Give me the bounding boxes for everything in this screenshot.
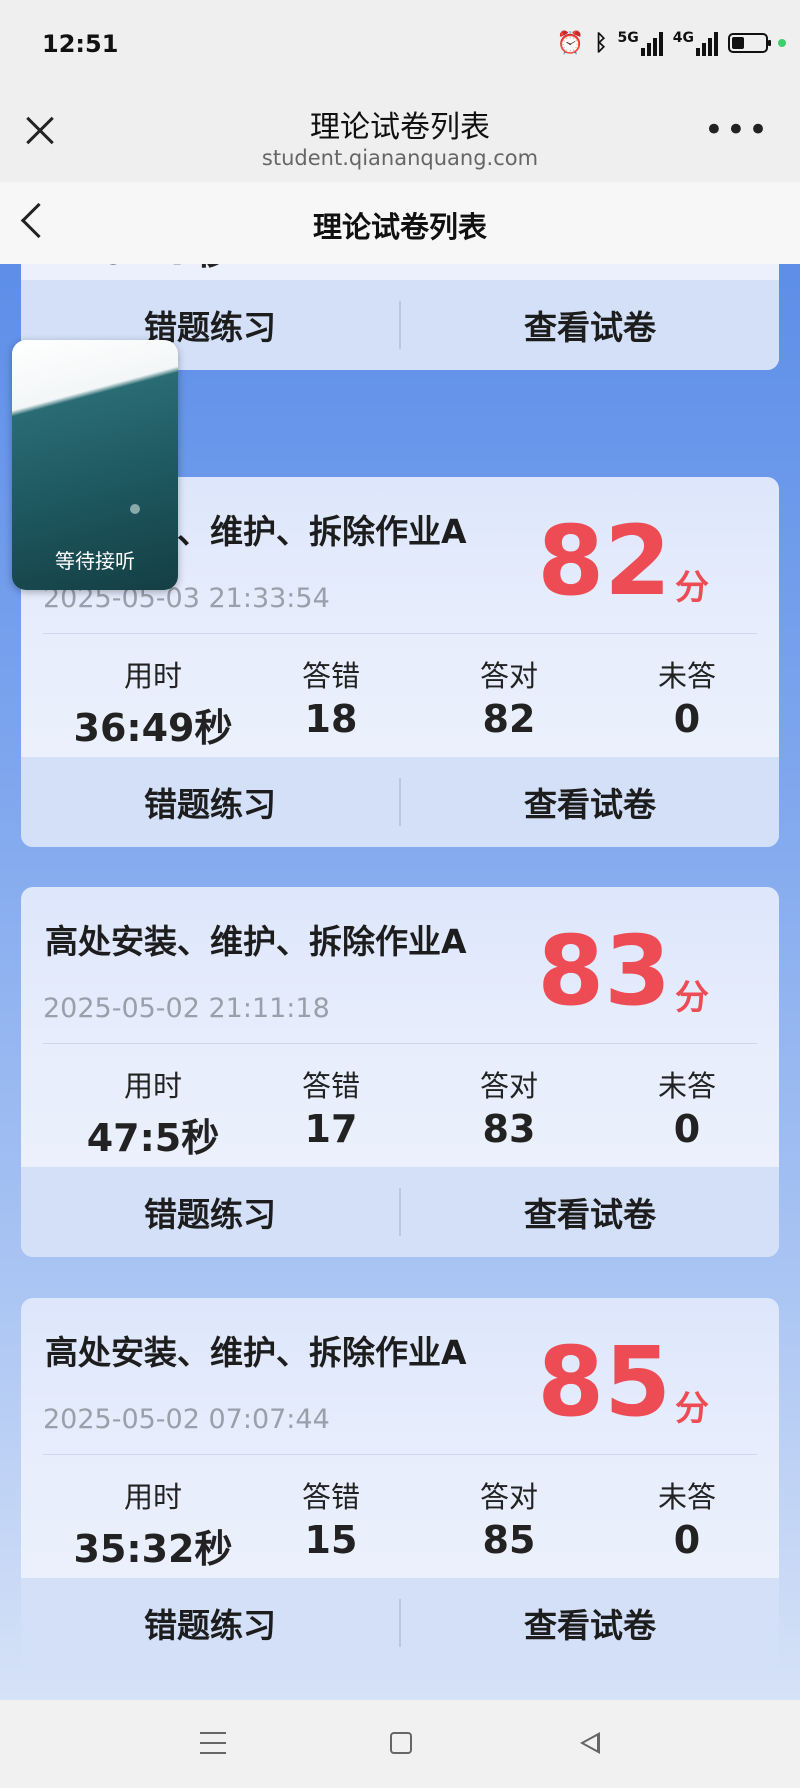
- stat-label: 用时: [123, 1480, 182, 1514]
- card-stats: 用时 35:32秒 答错 15 答对 85 未答 0: [21, 1474, 779, 1571]
- card-divider: [43, 1454, 757, 1455]
- home-icon[interactable]: [390, 1732, 412, 1754]
- network-label-4g: 4G: [672, 30, 694, 46]
- stat-value: 0: [673, 697, 701, 741]
- card-actions: 错题练习 查看试卷: [21, 757, 779, 847]
- card-stats: 用时 47:5秒 答错 17 答对 83 未答 0: [21, 1063, 779, 1160]
- stat-label: 用时: [123, 1069, 182, 1103]
- card-title: 高处安装、维护、拆除作业A: [45, 922, 467, 961]
- exam-card: 高处安装、维护、拆除作业A 2025-05-02 07:07:44 85 分 用…: [21, 1298, 779, 1668]
- score-value: 83: [537, 915, 671, 1027]
- stat-label: 答错: [301, 1480, 360, 1514]
- stat-value: 15: [304, 1518, 358, 1562]
- view-paper-button[interactable]: 查看试卷: [401, 778, 779, 826]
- more-options-icon[interactable]: •••: [704, 113, 770, 147]
- stat-label: 答对: [479, 1480, 538, 1514]
- score-unit: 分: [675, 1389, 709, 1429]
- stat-label: 答错: [301, 1069, 360, 1103]
- page-title: 理论试卷列表: [312, 210, 487, 244]
- card-score: 82 分: [537, 513, 709, 609]
- stat-time: 用时 35:32秒: [53, 1474, 253, 1573]
- stat-wrong: 答错 15: [231, 1474, 431, 1562]
- score-unit: 分: [675, 568, 709, 608]
- stat-unanswered: 未答 0: [587, 653, 779, 741]
- stat-value: 82: [482, 697, 536, 741]
- browser-header: 理论试卷列表 student.qiananquang.com •••: [0, 92, 800, 182]
- browser-url: student.qiananquang.com: [261, 146, 539, 170]
- system-back-icon[interactable]: [580, 1732, 600, 1754]
- stat-label: 未答: [657, 1069, 716, 1103]
- wrong-practice-button[interactable]: 错题练习: [21, 1599, 399, 1647]
- stat-label: 未答: [657, 1480, 716, 1514]
- network-label-5g: 5G: [617, 30, 639, 46]
- stat-time: 用时 47:5秒: [53, 1063, 253, 1162]
- battery-icon: [728, 33, 771, 53]
- bluetooth-icon: ᛒ: [594, 30, 608, 56]
- stat-label: 答对: [479, 659, 538, 693]
- stat-value: 0: [673, 1518, 701, 1562]
- card-divider: [43, 633, 757, 634]
- stat-label: 答错: [301, 659, 360, 693]
- stat-value: 0: [673, 1107, 701, 1151]
- system-nav-bar: [0, 1700, 800, 1788]
- status-icons: ⏰ ᛒ 5G 4G: [557, 30, 786, 56]
- score-value: 82: [537, 505, 671, 617]
- stat-label: 答对: [479, 1069, 538, 1103]
- signal-4g-icon: 4G: [673, 30, 718, 56]
- stat-unanswered: 未答 0: [587, 1063, 779, 1151]
- stat-value: 47:5秒: [86, 1116, 220, 1160]
- waiting-answer-label: 等待接听: [55, 549, 135, 573]
- alarm-icon: ⏰: [556, 30, 585, 56]
- signal-5g-icon: 5G: [618, 30, 663, 56]
- card-score: 85 分: [537, 1334, 709, 1430]
- recent-apps-icon[interactable]: [200, 1732, 226, 1754]
- page-nav-bar: 理论试卷列表: [0, 182, 800, 265]
- camera-dot-icon: [130, 504, 140, 514]
- stat-label: 用时: [123, 659, 182, 693]
- score-unit: 分: [675, 978, 709, 1018]
- stat-label: 未答: [657, 659, 716, 693]
- card-stats: 用时 20:47秒 答错 15 答对 85 未答 0: [21, 264, 779, 273]
- stat-value: 83: [482, 1107, 536, 1151]
- stat-wrong: 答错 17: [231, 1063, 431, 1151]
- card-score: 83 分: [537, 923, 709, 1019]
- stat-wrong: 答错 18: [231, 653, 431, 741]
- view-paper-button[interactable]: 查看试卷: [401, 1188, 779, 1236]
- stat-value: 20:47秒: [53, 264, 253, 275]
- stat-value: 35:32秒: [73, 1527, 233, 1571]
- score-value: 85: [537, 1326, 671, 1438]
- card-actions: 错题练习 查看试卷: [21, 1167, 779, 1257]
- card-title: 高处安装、维护、拆除作业A: [45, 1333, 467, 1372]
- card-date: 2025-05-02 07:07:44: [43, 1404, 330, 1435]
- status-time: 12:51: [42, 30, 119, 58]
- stat-correct: 答对 82: [409, 653, 609, 741]
- exam-card: 高处安装、维护、拆除作业A 2025-05-02 21:11:18 83 分 用…: [21, 887, 779, 1257]
- stat-correct: 答对 85: [409, 1474, 609, 1562]
- stat-value: 85: [482, 1518, 536, 1562]
- stat-time: 用时 20:47秒: [53, 264, 253, 275]
- card-divider: [43, 1043, 757, 1044]
- wrong-practice-button[interactable]: 错题练习: [21, 1188, 399, 1236]
- view-paper-button[interactable]: 查看试卷: [401, 1599, 779, 1647]
- card-actions: 错题练习 查看试卷: [21, 1578, 779, 1668]
- stat-time: 用时 36:49秒: [53, 653, 253, 752]
- stat-value: 36:49秒: [73, 706, 233, 750]
- view-paper-button[interactable]: 查看试卷: [401, 301, 779, 349]
- stat-value: 18: [304, 697, 358, 741]
- stat-correct: 答对 83: [409, 1063, 609, 1151]
- stat-value: 17: [304, 1107, 358, 1151]
- card-stats: 用时 36:49秒 答错 18 答对 82 未答 0: [21, 653, 779, 750]
- card-date: 2025-05-02 21:11:18: [43, 993, 330, 1024]
- wrong-practice-button[interactable]: 错题练习: [21, 778, 399, 826]
- browser-title: 理论试卷列表: [310, 110, 490, 145]
- privacy-indicator-icon: [778, 39, 786, 47]
- stat-unanswered: 未答 0: [587, 1474, 779, 1562]
- status-bar: 12:51 ⏰ ᛒ 5G 4G: [0, 0, 800, 92]
- floating-video-window[interactable]: 等待接听: [12, 340, 178, 590]
